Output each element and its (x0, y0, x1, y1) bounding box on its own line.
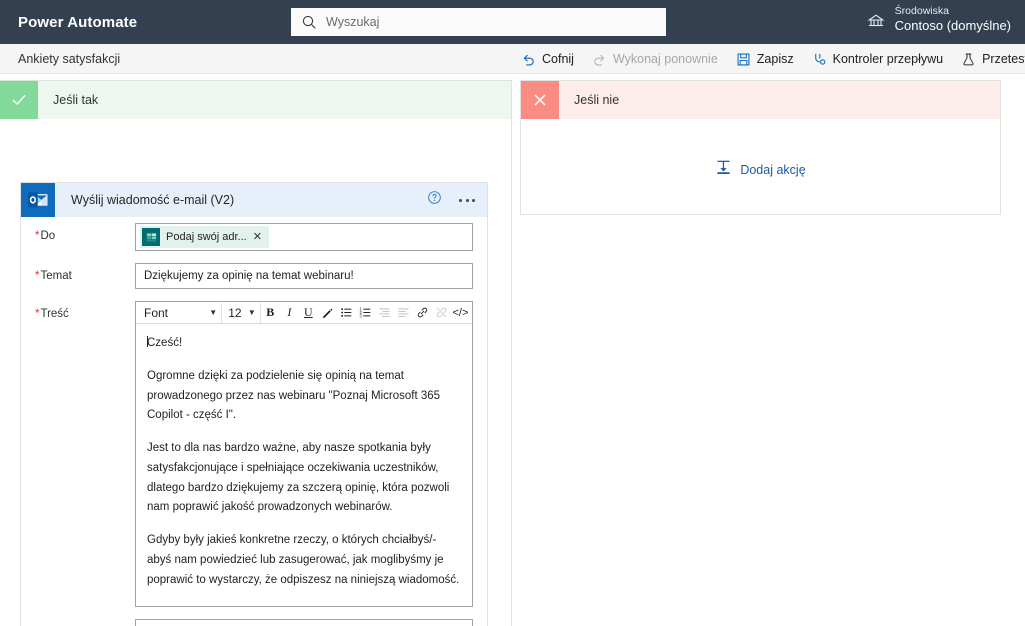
branch-if-yes-body: Wyślij wiadomość e-mail (V2) *Do Podaj s… (0, 119, 511, 626)
field-label-body: *Treść (35, 301, 135, 321)
font-size-select[interactable]: 12 ▼ (222, 302, 261, 323)
flow-checker-button[interactable]: Kontroler przepływu (803, 44, 952, 74)
chevron-down-icon: ▼ (247, 308, 256, 317)
field-label-body-text: Treść (40, 308, 69, 320)
redo-icon (592, 52, 607, 67)
ellipsis-icon[interactable] (456, 193, 478, 208)
environment-name: Contoso (domyślne) (894, 18, 1011, 34)
close-x-icon (521, 81, 559, 119)
app-title: Power Automate (18, 13, 138, 31)
body-paragraph: Cześć! (147, 336, 183, 349)
action-card-send-email[interactable]: Wyślij wiadomość e-mail (V2) *Do Podaj s… (20, 182, 488, 626)
outdent-icon (375, 303, 394, 323)
branch-if-no-label: Jeśli nie (574, 93, 620, 107)
microsoft-forms-icon (142, 228, 160, 246)
test-button[interactable]: Przetestuj (952, 44, 1025, 74)
body-paragraph: Jest to dla nas bardzo ważne, aby nasze … (147, 442, 450, 514)
environment-label: Środowiska (894, 5, 949, 17)
flow-name: Ankiety satysfakcji (18, 51, 121, 66)
add-action-label: Dodaj akcję (740, 163, 806, 177)
help-circle-icon[interactable] (427, 190, 442, 210)
numbered-list-icon[interactable]: 1 2 3 (356, 303, 375, 323)
flow-checker-icon (812, 52, 827, 67)
field-row-from: Od (Wyślij jako) Adres e-mail, z którego… (21, 613, 487, 626)
font-family-value: Font (144, 305, 169, 320)
field-row-body: *Treść Font ▼ 12 ▼ B I U 1 2 3 </> Cześć… (21, 295, 487, 613)
field-row-to: *Do Podaj swój adr... ✕ (21, 217, 487, 257)
environment-icon (866, 10, 886, 30)
dynamic-content-token[interactable]: Podaj swój adr... ✕ (140, 226, 269, 248)
flow-checker-label: Kontroler przepływu (832, 52, 944, 66)
token-label: Podaj swój adr... (166, 231, 247, 243)
environment-picker[interactable]: Środowiska Contoso (domyślne) (866, 5, 1011, 34)
italic-icon[interactable]: I (280, 303, 299, 323)
code-view-icon[interactable]: </> (451, 303, 470, 323)
search-box[interactable]: Wyszukaj (291, 8, 666, 36)
field-label-to-text: Do (40, 230, 56, 242)
save-icon (736, 52, 751, 67)
test-flask-icon (961, 52, 976, 67)
body-paragraph: Ogromne dzięki za podzielenie się opinią… (147, 369, 441, 422)
checkmark-icon (0, 81, 38, 119)
required-marker: * (35, 230, 40, 242)
field-label-to: *Do (35, 223, 135, 243)
unlink-icon (432, 303, 451, 323)
required-marker: * (35, 270, 40, 282)
suite-header-bar: Power Automate Wyszukaj Środowiska Conto… (0, 0, 1025, 44)
rte-toolbar: Font ▼ 12 ▼ B I U 1 2 3 </> (136, 302, 472, 324)
outlook-icon (21, 183, 55, 217)
search-icon (301, 14, 317, 30)
link-icon[interactable] (413, 303, 432, 323)
rich-text-editor[interactable]: Font ▼ 12 ▼ B I U 1 2 3 </> Cześć! Ogrom… (135, 301, 473, 607)
field-label-subject-text: Temat (40, 270, 72, 282)
to-input[interactable]: Podaj swój adr... ✕ (135, 223, 473, 251)
bulleted-list-icon[interactable] (337, 303, 356, 323)
save-label: Zapisz (756, 52, 794, 66)
undo-icon (521, 52, 536, 67)
branch-if-no-header: Jeśli nie (521, 81, 1000, 119)
email-body-text[interactable]: Cześć! Ogromne dzięki za podzielenie się… (136, 324, 472, 606)
bold-icon[interactable]: B (261, 303, 280, 323)
field-label-subject: *Temat (35, 263, 135, 283)
font-family-select[interactable]: Font ▼ (138, 302, 223, 323)
undo-button[interactable]: Cofnij (512, 44, 583, 74)
branch-if-no: Jeśli nie Dodaj akcję (520, 80, 1001, 215)
redo-button: Wykonaj ponownie (583, 44, 727, 74)
required-marker: * (35, 308, 40, 320)
token-remove-icon[interactable]: ✕ (253, 231, 262, 243)
flow-designer-canvas: Jeśli tak Wyślij wiadomość e-mail (V2) *… (0, 74, 1025, 626)
search-placeholder: Wyszukaj (326, 15, 380, 29)
add-action-button[interactable]: Dodaj akcję (521, 159, 1000, 181)
branch-if-yes-header: Jeśli tak (0, 81, 511, 119)
svg-text:3: 3 (359, 313, 362, 318)
body-paragraph: Pozdrawiamy! (147, 603, 460, 606)
branch-if-yes: Jeśli tak Wyślij wiadomość e-mail (V2) *… (0, 80, 512, 626)
subject-input[interactable]: Dziękujemy za opinię na temat webinaru! (135, 263, 473, 289)
action-card-header[interactable]: Wyślij wiadomość e-mail (V2) (21, 183, 487, 217)
undo-label: Cofnij (542, 52, 574, 66)
save-button[interactable]: Zapisz (727, 44, 803, 74)
branch-if-no-body: Dodaj akcję (521, 119, 1000, 215)
field-row-subject: *Temat Dziękujemy za opinię na temat web… (21, 257, 487, 295)
command-bar: Ankiety satysfakcji Cofnij Wykonaj ponow… (0, 44, 1025, 74)
field-label-from: Od (Wyślij jako) (35, 619, 135, 626)
indent-icon (394, 303, 413, 323)
text-color-icon[interactable] (318, 303, 337, 323)
from-input[interactable]: Adres e-mail, z którego ma być wysyłana … (135, 619, 473, 626)
add-action-icon (715, 159, 732, 181)
chevron-down-icon: ▼ (209, 308, 218, 317)
action-card-title: Wyślij wiadomość e-mail (V2) (71, 193, 235, 207)
redo-label: Wykonaj ponownie (612, 52, 718, 66)
action-card-body: *Do Podaj swój adr... ✕ *Temat Dziękujem… (21, 217, 487, 626)
body-paragraph: Gdyby były jakieś konkretne rzeczy, o kt… (147, 534, 460, 586)
underline-icon[interactable]: U (299, 303, 318, 323)
test-label: Przetestuj (982, 52, 1025, 66)
branch-if-yes-label: Jeśli tak (53, 93, 99, 107)
font-size-value: 12 (228, 305, 242, 320)
command-bar-actions: Cofnij Wykonaj ponownie Zapisz Kontroler… (512, 44, 1025, 74)
